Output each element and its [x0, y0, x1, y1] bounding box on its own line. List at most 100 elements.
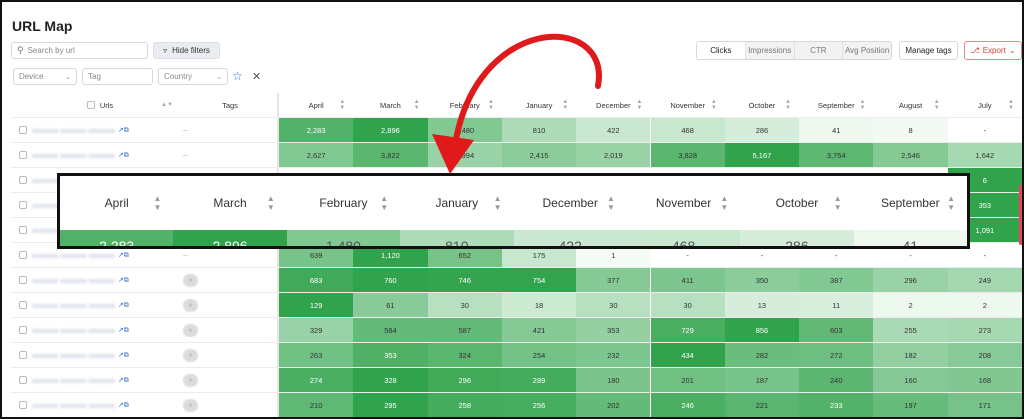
sort-icon[interactable]: ▲▼ [488, 99, 494, 111]
metric-tab-avg-position[interactable]: Avg Position [842, 42, 891, 59]
row-checkbox[interactable] [19, 176, 27, 184]
tag-pill[interactable]: ▾ [183, 273, 199, 287]
url-cell[interactable]: xxxxxxx xxxxxxx xxxxxxx↗⧉ [11, 268, 181, 292]
url-cell[interactable]: xxxxxxx xxxxxxx xxxxxxx↗⧉ [11, 118, 181, 142]
month-column-header-august[interactable]: August ▲ ▼ [873, 93, 947, 117]
star-icon[interactable]: ☆ [232, 69, 243, 83]
sort-icon[interactable]: ▲▼ [785, 99, 791, 111]
clicks-cell: 254 [501, 343, 577, 367]
table-row[interactable]: xxxxxxx xxxxxxx xxxxxxx ↗⧉ -- 2,283 2,896 1,4… [11, 118, 1022, 143]
url-text-blurred[interactable]: xxxxxxx xxxxxxx xxxxxxx [32, 276, 115, 285]
sort-icon[interactable]: ▲▼ [339, 99, 345, 111]
export-button[interactable]: ⎇ Export ⌄ [964, 41, 1022, 60]
month-column-header-july[interactable]: July ▲ ▼ [948, 93, 1022, 117]
table-row[interactable]: xxxxxxx xxxxxxx xxxxxxx ↗⧉ ▾ 210 295 258 256 20… [11, 393, 1022, 417]
tag-input[interactable]: Tag [82, 68, 153, 85]
clicks-cell: 208 [947, 343, 1022, 367]
scrollbar-thumb[interactable] [1019, 185, 1022, 245]
external-link-icon[interactable]: ↗⧉ [118, 401, 129, 410]
external-link-icon[interactable]: ↗⧉ [118, 351, 129, 360]
metric-tab-ctr[interactable]: CTR [793, 42, 843, 59]
month-column-header-april[interactable]: April ▲ ▼ [279, 93, 353, 117]
metric-tab-impressions[interactable]: Impressions [744, 42, 794, 59]
row-checkbox[interactable] [19, 201, 27, 209]
clicks-cell: 201 [650, 368, 725, 392]
url-text-blurred[interactable]: xxxxxxx xxxxxxx xxxxxxx [32, 351, 115, 360]
row-checkbox[interactable] [19, 226, 27, 234]
sort-icon[interactable]: ▲▼ [934, 99, 940, 111]
url-text-blurred[interactable]: xxxxxxx xxxxxxx xxxxxxx [32, 151, 115, 160]
sort-icon[interactable]: ▲▼ [859, 99, 865, 111]
table-row[interactable]: xxxxxxx xxxxxxx xxxxxxx ↗⧉ ▾ 129 61 30 18 30 30 1… [11, 293, 1022, 318]
clicks-cell: 263 [279, 343, 354, 367]
clicks-cell: 129 [279, 293, 354, 317]
callout-month-label: September [880, 196, 940, 210]
external-link-icon[interactable]: ↗⧉ [118, 251, 129, 260]
table-row[interactable]: xxxxxxx xxxxxxx xxxxxxx ↗⧉ ▾ 274 328 296 289 18… [11, 368, 1022, 393]
clicks-cell: 258 [427, 393, 502, 417]
select-all-checkbox[interactable] [86, 101, 95, 109]
row-checkbox[interactable] [19, 351, 27, 359]
external-link-icon[interactable]: ↗⧉ [118, 301, 129, 310]
external-link-icon[interactable]: ↗⧉ [118, 276, 129, 285]
sort-icon[interactable]: ▲▼ [414, 99, 420, 111]
url-text-blurred[interactable]: xxxxxxx xxxxxxx xxxxxxx [32, 326, 115, 335]
tag-pill[interactable]: ▾ [183, 373, 199, 387]
search-input[interactable]: ⚲ Search by url [11, 42, 148, 59]
url-cell[interactable]: xxxxxxx xxxxxxx xxxxxxx↗⧉ [11, 368, 181, 392]
table-row[interactable]: xxxxxxx xxxxxxx xxxxxxx ↗⧉ -- 2,627 3,822 1,9… [11, 143, 1022, 168]
month-column-header-october[interactable]: October ▲ ▼ [725, 93, 799, 117]
table-row[interactable]: xxxxxxx xxxxxxx xxxxxxx ↗⧉ ▾ 683 760 746 754 37… [11, 268, 1022, 293]
url-cell[interactable]: xxxxxxx xxxxxxx xxxxxxx↗⧉ [11, 318, 181, 342]
month-column-header-march[interactable]: March ▲ ▼ [353, 93, 427, 117]
sort-icon[interactable]: ▲▼ [637, 99, 643, 111]
sort-icon[interactable]: ▲▼ [1008, 99, 1014, 111]
external-link-icon[interactable]: ↗⧉ [118, 126, 129, 135]
urls-column-header[interactable]: Urls ▲▼ [11, 93, 181, 117]
row-checkbox[interactable] [19, 401, 27, 409]
month-column-header-february[interactable]: February ▲ ▼ [428, 93, 502, 117]
row-checkbox[interactable] [19, 126, 27, 134]
row-checkbox[interactable] [19, 276, 27, 284]
url-cell[interactable]: xxxxxxx xxxxxxx xxxxxxx↗⧉ [11, 343, 181, 367]
table-row[interactable]: xxxxxxx xxxxxxx xxxxxxx ↗⧉ ▾ 329 584 587 421 35… [11, 318, 1022, 343]
sort-icon[interactable]: ▲▼ [711, 99, 717, 111]
row-checkbox[interactable] [19, 301, 27, 309]
row-checkbox[interactable] [19, 376, 27, 384]
tag-pill[interactable]: ▾ [183, 298, 199, 312]
row-checkbox[interactable] [19, 151, 27, 159]
month-header-label: January [525, 100, 553, 110]
clicks-cell: 210 [279, 393, 354, 417]
url-text-blurred[interactable]: xxxxxxx xxxxxxx xxxxxxx [32, 126, 115, 135]
external-link-icon[interactable]: ↗⧉ [118, 376, 129, 385]
metric-tab-clicks[interactable]: Clicks [697, 42, 745, 59]
url-cell[interactable]: xxxxxxx xxxxxxx xxxxxxx↗⧉ [11, 143, 181, 167]
month-column-header-december[interactable]: December ▲ ▼ [576, 93, 650, 117]
sort-icon[interactable]: ▲▼ [161, 102, 173, 108]
url-text-blurred[interactable]: xxxxxxx xxxxxxx xxxxxxx [32, 376, 115, 385]
url-cell[interactable]: xxxxxxx xxxxxxx xxxxxxx↗⧉ [11, 393, 181, 417]
external-link-icon[interactable]: ↗⧉ [118, 326, 129, 335]
month-column-header-january[interactable]: January ▲ ▼ [502, 93, 576, 117]
row-checkbox[interactable] [19, 326, 27, 334]
close-icon[interactable]: ✕ [252, 70, 261, 83]
url-cell[interactable]: xxxxxxx xxxxxxx xxxxxxx↗⧉ [11, 293, 181, 317]
url-text-blurred[interactable]: xxxxxxx xxxxxxx xxxxxxx [32, 301, 115, 310]
sort-icon[interactable]: ▲▼ [562, 99, 568, 111]
month-column-header-november[interactable]: November ▲ ▼ [651, 93, 725, 117]
tag-pill[interactable]: ▾ [183, 398, 199, 412]
device-select[interactable]: Device ⌄ [13, 68, 77, 85]
row-checkbox[interactable] [19, 251, 27, 259]
month-column-header-september[interactable]: September ▲ ▼ [799, 93, 873, 117]
clicks-cell: 2,896 [353, 118, 428, 142]
url-text-blurred[interactable]: xxxxxxx xxxxxxx xxxxxxx [32, 401, 115, 410]
url-text-blurred[interactable]: xxxxxxx xxxxxxx xxxxxxx [32, 251, 115, 260]
screenshot-frame: URL Map ⚲ Search by url ▿ Hide filters D… [0, 0, 1024, 419]
tag-pill[interactable]: ▾ [183, 348, 199, 362]
table-row[interactable]: xxxxxxx xxxxxxx xxxxxxx ↗⧉ ▾ 263 353 324 254 23… [11, 343, 1022, 368]
tag-pill[interactable]: ▾ [183, 323, 199, 337]
country-select[interactable]: Country ⌄ [158, 68, 228, 85]
hide-filters-button[interactable]: ▿ Hide filters [153, 42, 220, 59]
external-link-icon[interactable]: ↗⧉ [118, 151, 129, 160]
manage-tags-button[interactable]: Manage tags [899, 41, 958, 60]
